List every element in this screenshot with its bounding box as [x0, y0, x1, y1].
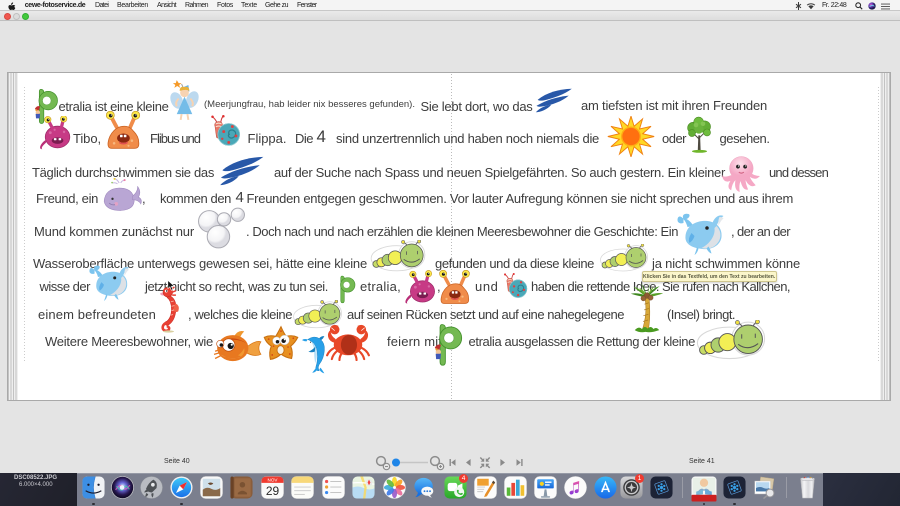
svg-text:29: 29	[265, 484, 279, 498]
svg-text:NOV: NOV	[267, 478, 278, 483]
